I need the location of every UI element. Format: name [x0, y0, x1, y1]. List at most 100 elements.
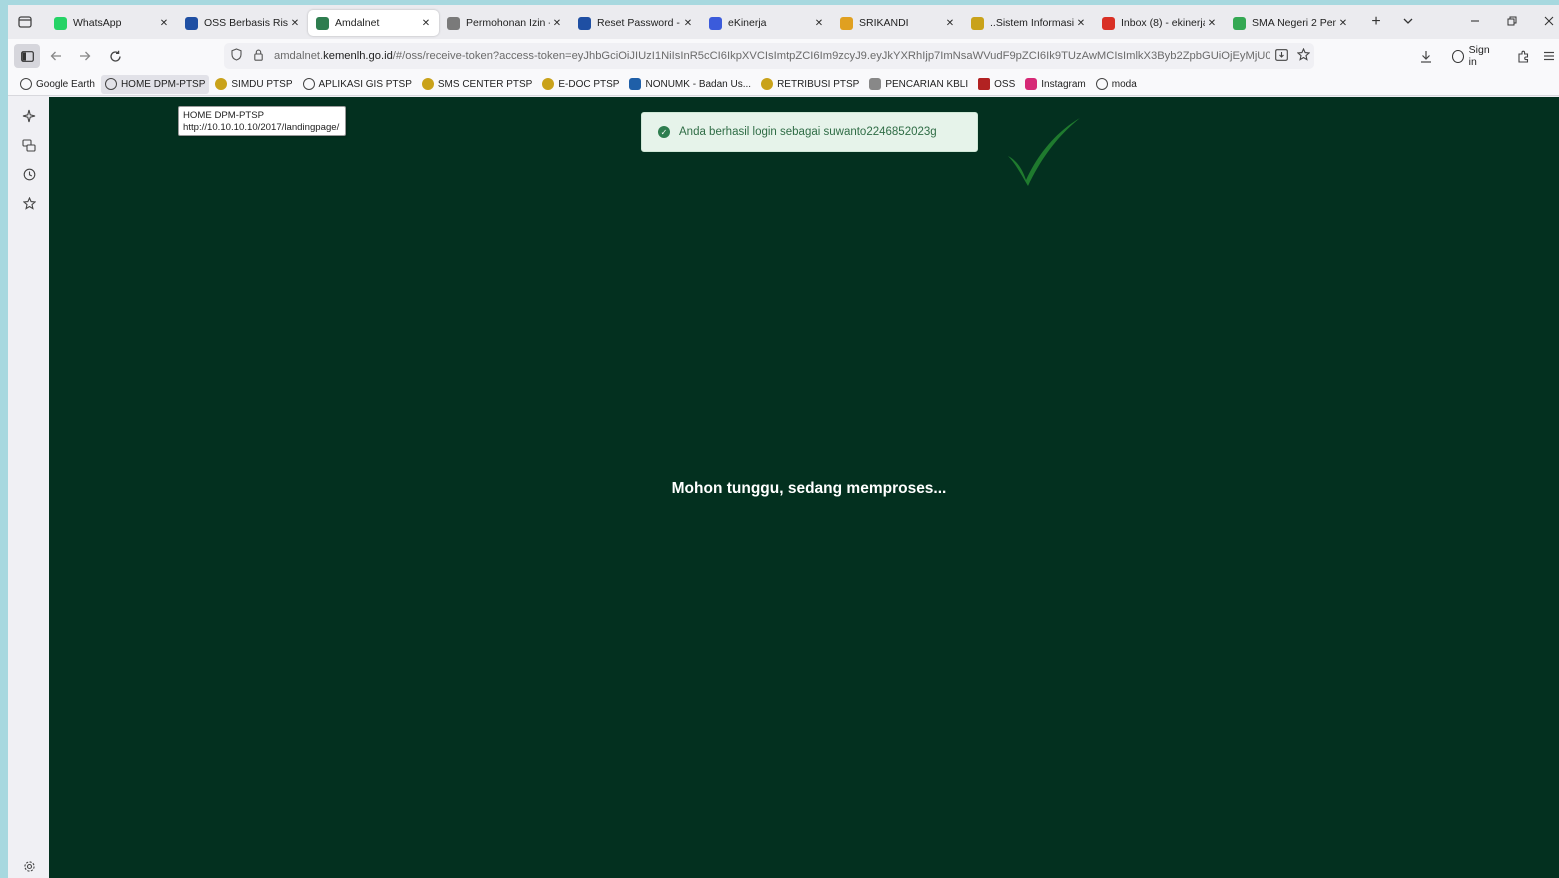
- forward-arrow-icon[interactable]: [72, 44, 98, 68]
- sidebar-toggle-icon[interactable]: [14, 44, 40, 68]
- back-arrow-icon[interactable]: [43, 44, 69, 68]
- chevron-down-icon[interactable]: [1398, 12, 1418, 32]
- bookmark-simdu-ptsp[interactable]: SIMDU PTSP: [211, 75, 296, 94]
- bird-icon: [629, 78, 642, 90]
- tab-oss-berbasis-risiko[interactable]: OSS Berbasis Risiko✕: [177, 10, 308, 36]
- close-tab-icon[interactable]: ✕: [288, 18, 302, 29]
- bookmarks-toolbar: Google Earth HOME DPM-PTSP SIMDU PTSP APLIK…: [8, 73, 1559, 96]
- close-tab-icon[interactable]: ✕: [943, 18, 957, 29]
- check-circle-icon: ✓: [658, 126, 670, 138]
- emblem-icon: [215, 78, 228, 90]
- tabs: WhatsApp✕OSS Berbasis Risiko✕Amdalnet✕Pe…: [46, 10, 1356, 36]
- bookmark-star-icon[interactable]: [1292, 47, 1314, 64]
- history-icon[interactable]: [18, 163, 40, 185]
- globe-icon: [104, 78, 117, 90]
- login-success-toast: ✓ Anda berhasil login sebagai suwanto224…: [641, 112, 978, 152]
- bookmark-oss[interactable]: OSS: [974, 75, 1019, 94]
- bookmark-retribusi-ptsp[interactable]: RETRIBUSI PTSP: [757, 75, 863, 94]
- tab-sma-negeri-2-pema[interactable]: SMA Negeri 2 Pema✕: [1225, 10, 1356, 36]
- tab-sistem-informasi-p[interactable]: ..Sistem Informasi P✕: [963, 10, 1094, 36]
- close-tab-icon[interactable]: ✕: [550, 18, 564, 29]
- maps-icon: [1233, 16, 1246, 30]
- bookmark-sms-center-ptsp[interactable]: SMS CENTER PTSP: [418, 75, 536, 94]
- bookmark-home-dpm-ptsp[interactable]: HOME DPM-PTSP: [100, 74, 210, 94]
- tab-title: Reset Password - O: [597, 17, 681, 29]
- reader-view-icon[interactable]: [1270, 48, 1292, 64]
- close-tab-icon[interactable]: ✕: [1074, 18, 1088, 29]
- tab-title: Amdalnet: [335, 17, 380, 29]
- success-checkmark-icon: [1008, 118, 1080, 186]
- download-icon[interactable]: [1414, 44, 1438, 68]
- shield-icon[interactable]: [224, 48, 248, 64]
- emblem-icon: [761, 78, 774, 90]
- bookmarks-star-icon[interactable]: [18, 192, 40, 214]
- close-tab-icon[interactable]: ✕: [419, 18, 433, 29]
- tab-list-icon[interactable]: [14, 12, 36, 32]
- tab-title: ..Sistem Informasi P: [990, 17, 1074, 29]
- lock-icon[interactable]: [248, 49, 268, 64]
- close-tab-icon[interactable]: ✕: [157, 18, 171, 29]
- tab-ekinerja[interactable]: eKinerja ✕: [701, 10, 832, 36]
- tab-reset-password-o[interactable]: Reset Password - O✕: [570, 10, 701, 36]
- bookmark-label: moda: [1111, 78, 1137, 90]
- tab-permohonan-izin-i[interactable]: Permohonan Izin - I ✕: [439, 10, 570, 36]
- restore-icon[interactable]: [1500, 11, 1524, 33]
- tab-title: Inbox (8) - ekinerja: [1121, 17, 1205, 29]
- bookmark-label: OSS: [994, 78, 1016, 90]
- bookmark-label: RETRIBUSI PTSP: [777, 78, 860, 90]
- close-tab-icon[interactable]: ✕: [812, 18, 826, 29]
- settings-gear-icon[interactable]: [18, 855, 40, 877]
- bookmark-tooltip: HOME DPM-PTSP http://10.10.10.10/2017/la…: [178, 106, 346, 136]
- globe-icon: [1095, 78, 1108, 90]
- bookmark-moda[interactable]: moda: [1092, 75, 1141, 94]
- tab-title: SMA Negeri 2 Pema: [1252, 17, 1336, 29]
- bookmark-label: HOME DPM-PTSP: [120, 78, 206, 90]
- tab-inbox-8-ekinerja[interactable]: Inbox (8) - ekinerja ✕: [1094, 10, 1225, 36]
- close-tab-icon[interactable]: ✕: [681, 18, 695, 29]
- minimize-icon[interactable]: [1463, 11, 1487, 33]
- url-domain: kemenlh.go.id: [323, 50, 393, 62]
- bookmark-pencarian-kbli[interactable]: PENCARIAN KBLI: [865, 75, 972, 94]
- bookmark-label: Instagram: [1041, 78, 1086, 90]
- ai-chatbot-icon[interactable]: [18, 105, 40, 127]
- emblem-icon: [542, 78, 555, 90]
- bookmark-aplikasi-gis-ptsp[interactable]: APLIKASI GIS PTSP: [299, 75, 416, 94]
- bookmark-instagram[interactable]: Instagram: [1021, 75, 1089, 94]
- sign-in-button[interactable]: Sign in: [1444, 44, 1506, 68]
- globe-icon: [302, 78, 315, 90]
- emblem-icon: [971, 16, 984, 30]
- extensions-icon[interactable]: [1512, 44, 1536, 68]
- new-tab-icon[interactable]: +: [1366, 12, 1386, 32]
- globe-icon: [20, 78, 32, 90]
- dots-icon: [869, 78, 882, 90]
- globe-icon: [578, 16, 591, 30]
- synced-tabs-icon[interactable]: [18, 134, 40, 156]
- bookmark-label: NONUMK - Badan Us...: [645, 78, 752, 90]
- bookmark-nonumk-badan-us[interactable]: NONUMK - Badan Us...: [625, 75, 755, 94]
- sign-in-label: Sign in: [1468, 44, 1490, 68]
- bookmark-label: Google Earth: [36, 78, 95, 90]
- srikandi-icon: [840, 16, 853, 30]
- tab-title: OSS Berbasis Risiko: [204, 17, 288, 29]
- amdalnet-icon: [316, 16, 329, 30]
- tab-amdalnet[interactable]: Amdalnet ✕: [308, 10, 439, 36]
- tooltip-url: http://10.10.10.10/2017/landingpage/: [183, 122, 340, 133]
- tab-title: eKinerja: [728, 17, 767, 29]
- url-text[interactable]: amdalnet.kemenlh.go.id/#/oss/receive-tok…: [268, 50, 1270, 62]
- close-tab-icon[interactable]: ✕: [1205, 18, 1219, 29]
- menu-icon[interactable]: [1537, 44, 1559, 68]
- tab-whatsapp[interactable]: WhatsApp ✕: [46, 10, 177, 36]
- browser-window: WhatsApp✕OSS Berbasis Risiko✕Amdalnet✕Pe…: [8, 5, 1559, 878]
- address-bar[interactable]: amdalnet.kemenlh.go.id/#/oss/receive-tok…: [224, 43, 1314, 69]
- close-tab-icon[interactable]: ✕: [1336, 18, 1350, 29]
- reload-icon[interactable]: [102, 44, 128, 68]
- bookmark-e-doc-ptsp[interactable]: E-DOC PTSP: [538, 75, 623, 94]
- bookmark-label: PENCARIAN KBLI: [885, 78, 969, 90]
- bookmark-google-earth[interactable]: Google Earth: [16, 75, 99, 94]
- tab-srikandi[interactable]: SRIKANDI ✕: [832, 10, 963, 36]
- bookmark-label: E-DOC PTSP: [558, 78, 620, 90]
- gmail-icon: [1102, 16, 1115, 30]
- ekinerja-icon: [709, 16, 722, 30]
- close-window-icon[interactable]: [1537, 11, 1559, 33]
- navigation-toolbar: amdalnet.kemenlh.go.id/#/oss/receive-tok…: [8, 39, 1559, 73]
